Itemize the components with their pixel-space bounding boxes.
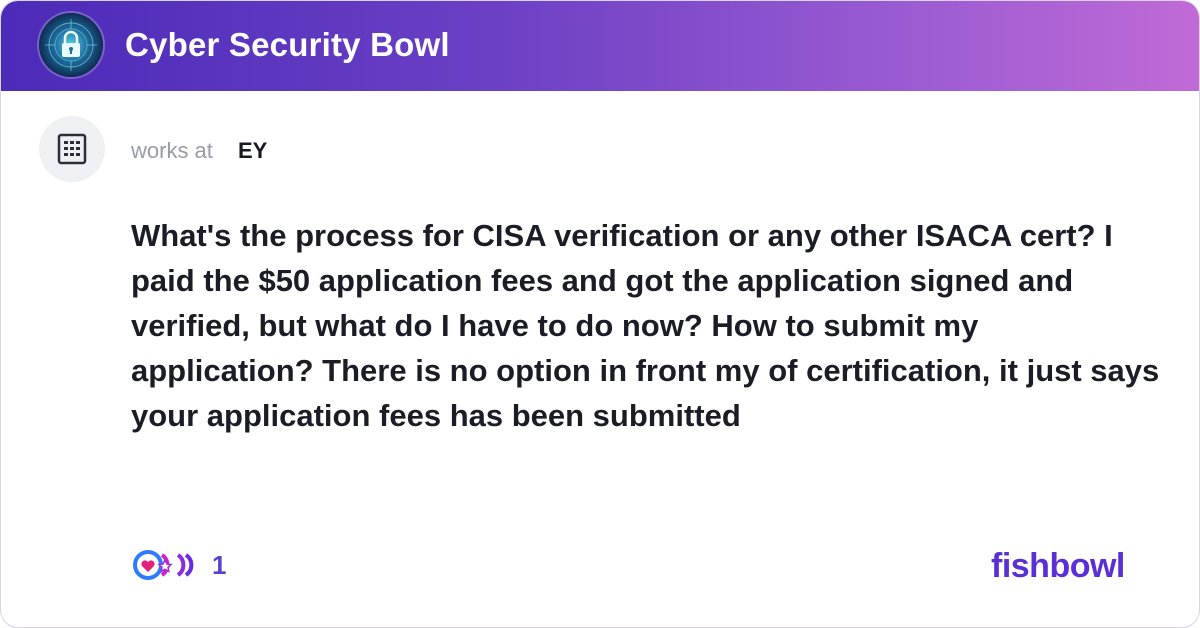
post-body: What's the process for CISA verification…: [131, 218, 1160, 433]
post-card: Cyber Security Bowl works at EY What's t…: [0, 0, 1200, 628]
works-at-label: works at: [131, 138, 213, 163]
building-icon: [57, 133, 87, 165]
fishbowl-logo[interactable]: fishbowl: [991, 541, 1125, 591]
company-avatar: [39, 116, 105, 182]
padlock-circuit-icon: [39, 13, 103, 77]
bracket-reaction-icon: [176, 553, 186, 577]
reaction-icons[interactable]: [131, 548, 199, 582]
company-name[interactable]: EY: [238, 137, 267, 165]
bowl-title[interactable]: Cyber Security Bowl: [125, 21, 450, 69]
bowl-header[interactable]: Cyber Security Bowl: [1, 1, 1199, 91]
reaction-count[interactable]: 1: [212, 549, 226, 581]
